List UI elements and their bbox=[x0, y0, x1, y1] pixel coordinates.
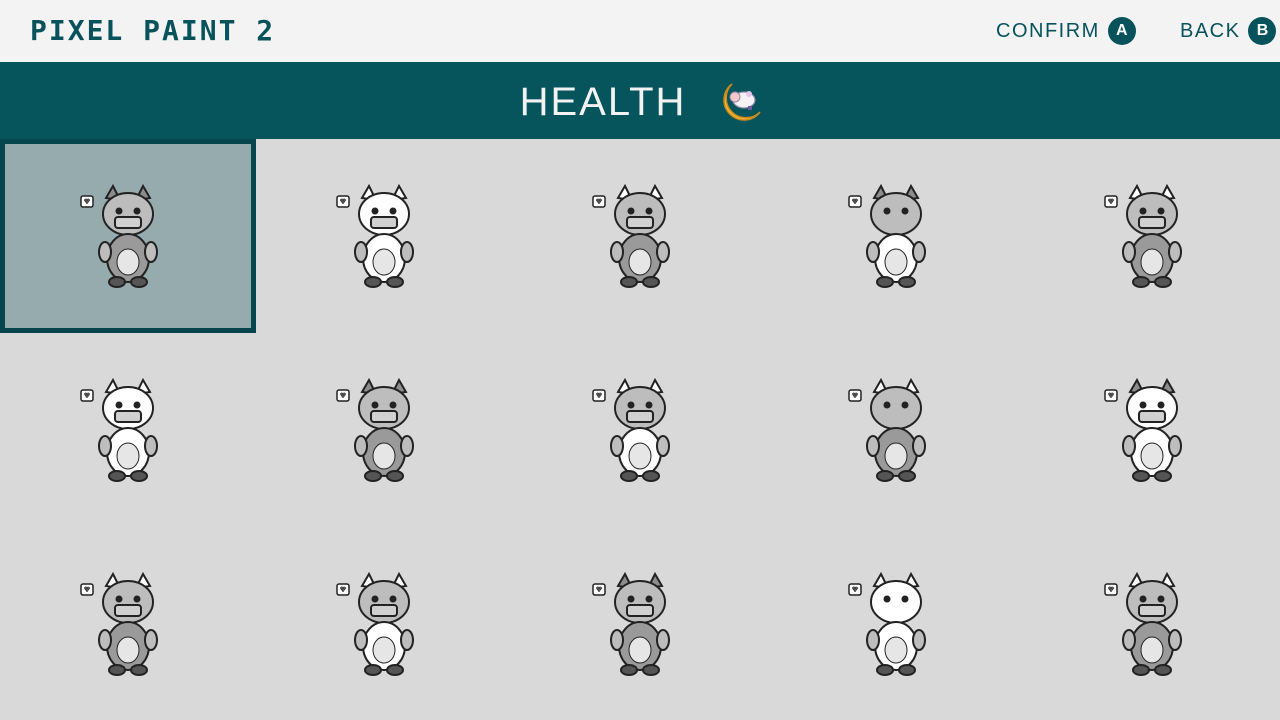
picture-grid bbox=[0, 139, 1280, 720]
picture-tile[interactable] bbox=[1024, 527, 1280, 720]
picture-tile[interactable] bbox=[256, 527, 512, 720]
a-button-icon: A bbox=[1107, 17, 1136, 45]
lion-mask-icon bbox=[848, 377, 926, 482]
picture-tile[interactable] bbox=[768, 139, 1024, 333]
picture-tile[interactable] bbox=[256, 333, 512, 527]
picture-tile[interactable] bbox=[512, 139, 768, 333]
confirm-button[interactable]: CONFIRM A bbox=[996, 16, 1136, 46]
picture-tile[interactable] bbox=[512, 527, 768, 720]
picture-tile[interactable] bbox=[768, 527, 1024, 720]
shiba-mask-icon bbox=[1104, 571, 1182, 676]
back-button[interactable]: BACK B bbox=[1180, 16, 1277, 46]
picture-tile[interactable] bbox=[512, 333, 768, 527]
picture-tile[interactable] bbox=[256, 139, 512, 333]
picture-tile[interactable] bbox=[0, 333, 256, 527]
cat-box-icon bbox=[1104, 183, 1182, 288]
b-button-icon: B bbox=[1248, 17, 1277, 45]
unicorn-mask-icon bbox=[336, 571, 414, 676]
picture-tile[interactable] bbox=[0, 527, 256, 720]
top-bar: PIXEL PAINT 2 CONFIRM A BACK B bbox=[0, 0, 1280, 62]
calico-cat-mask-icon bbox=[336, 377, 414, 482]
cow-stethoscope-icon bbox=[80, 377, 158, 482]
shiba-bone-icon bbox=[592, 571, 670, 676]
app-logo: PIXEL PAINT 2 bbox=[30, 14, 276, 47]
back-label: BACK bbox=[1180, 19, 1241, 42]
picture-tile[interactable] bbox=[768, 333, 1024, 527]
shiba-iv-drip-icon bbox=[80, 183, 158, 288]
picture-tile[interactable] bbox=[1024, 333, 1280, 527]
confirm-label: CONFIRM bbox=[996, 19, 1100, 42]
panda-cart-icon bbox=[592, 377, 670, 482]
sloth-bottle-icon bbox=[80, 571, 158, 676]
bee-mask-icon bbox=[1104, 377, 1182, 482]
category-header: HEALTH bbox=[0, 62, 1280, 139]
sheep-moon-icon bbox=[848, 183, 926, 288]
panda-mask-icon bbox=[336, 183, 414, 288]
picture-tile[interactable] bbox=[0, 139, 256, 333]
picture-tile[interactable] bbox=[1024, 139, 1280, 333]
giraffe-mask-icon bbox=[592, 183, 670, 288]
baby-balloons-icon bbox=[848, 571, 926, 676]
moon-sheep-icon bbox=[723, 83, 761, 121]
category-title: HEALTH bbox=[519, 80, 687, 124]
